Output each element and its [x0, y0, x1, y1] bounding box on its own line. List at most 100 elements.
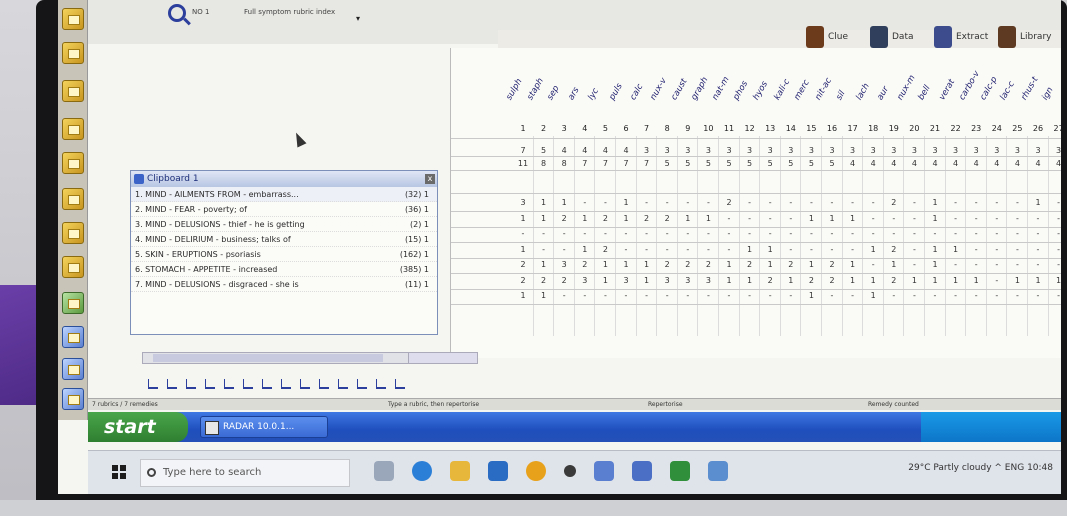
book-icon[interactable]: [62, 118, 84, 140]
remedy-score-cell[interactable]: 4: [966, 159, 986, 168]
grade-cell[interactable]: 3: [657, 276, 677, 285]
grade-cell[interactable]: -: [719, 291, 739, 300]
data-button[interactable]: Data: [870, 24, 914, 50]
remedy-total-cell[interactable]: 4: [554, 146, 574, 155]
grade-cell[interactable]: -: [740, 229, 760, 238]
grade-cell[interactable]: -: [1049, 260, 1061, 269]
grade-cell[interactable]: -: [616, 245, 636, 254]
tool-icon[interactable]: [262, 379, 272, 389]
grade-cell[interactable]: -: [1049, 245, 1061, 254]
grade-cell[interactable]: -: [760, 229, 780, 238]
grade-cell[interactable]: -: [678, 229, 698, 238]
grade-cell[interactable]: 1: [616, 214, 636, 223]
grade-cell[interactable]: -: [1028, 229, 1048, 238]
grade-cell[interactable]: -: [678, 198, 698, 207]
grade-cell[interactable]: 1: [616, 260, 636, 269]
grade-cell[interactable]: 1: [740, 245, 760, 254]
grade-cell[interactable]: 1: [843, 276, 863, 285]
grade-cell[interactable]: -: [760, 214, 780, 223]
tool-icon[interactable]: [186, 379, 196, 389]
grid-scrollbar[interactable]: [408, 352, 478, 364]
grade-cell[interactable]: -: [554, 229, 574, 238]
grade-cell[interactable]: -: [904, 291, 924, 300]
grade-cell[interactable]: 2: [595, 214, 615, 223]
remedy-total-cell[interactable]: 3: [719, 146, 739, 155]
grade-cell[interactable]: -: [595, 198, 615, 207]
tool-icon[interactable]: [281, 379, 291, 389]
grade-cell[interactable]: 1: [863, 276, 883, 285]
grade-cell[interactable]: -: [1049, 214, 1061, 223]
grade-cell[interactable]: 2: [575, 260, 595, 269]
remedy-total-cell[interactable]: 3: [987, 146, 1007, 155]
grade-cell[interactable]: 1: [513, 291, 533, 300]
grade-cell[interactable]: 2: [740, 260, 760, 269]
grade-cell[interactable]: 1: [946, 245, 966, 254]
grade-cell[interactable]: 2: [513, 260, 533, 269]
remedy-score-cell[interactable]: 8: [534, 159, 554, 168]
remedy-total-cell[interactable]: 4: [575, 146, 595, 155]
grade-cell[interactable]: 1: [863, 291, 883, 300]
search-icon[interactable]: [168, 4, 186, 22]
grade-cell[interactable]: -: [925, 291, 945, 300]
remedy-total-cell[interactable]: 3: [1049, 146, 1061, 155]
remedy-score-cell[interactable]: 5: [822, 159, 842, 168]
remedy-score-cell[interactable]: 4: [843, 159, 863, 168]
remedy-score-cell[interactable]: 7: [575, 159, 595, 168]
clipboard-icon[interactable]: [62, 326, 84, 348]
grade-cell[interactable]: 1: [719, 260, 739, 269]
rubric-row[interactable]: 6. STOMACH - APPETITE - increased (385) 1: [131, 262, 437, 277]
remedy-total-cell[interactable]: 3: [1007, 146, 1027, 155]
grade-cell[interactable]: 1: [1028, 276, 1048, 285]
grade-cell[interactable]: -: [843, 291, 863, 300]
remedy-total-cell[interactable]: 3: [678, 146, 698, 155]
grade-cell[interactable]: 3: [616, 276, 636, 285]
grade-cell[interactable]: 1: [698, 214, 718, 223]
grade-cell[interactable]: -: [1028, 245, 1048, 254]
tool-icon[interactable]: [338, 379, 348, 389]
grade-cell[interactable]: 2: [781, 260, 801, 269]
remedy-score-cell[interactable]: 5: [740, 159, 760, 168]
tool-icon[interactable]: [224, 379, 234, 389]
remedy-total-cell[interactable]: 4: [616, 146, 636, 155]
remedy-total-cell[interactable]: 7: [513, 146, 533, 155]
grade-cell[interactable]: -: [740, 214, 760, 223]
remedy-score-cell[interactable]: 5: [657, 159, 677, 168]
remedy-score-cell[interactable]: 7: [637, 159, 657, 168]
grade-cell[interactable]: 1: [925, 245, 945, 254]
clue-button[interactable]: Clue: [806, 24, 848, 50]
tool-icon[interactable]: [300, 379, 310, 389]
remedy-total-cell[interactable]: 3: [657, 146, 677, 155]
grade-cell[interactable]: 1: [554, 198, 574, 207]
grade-cell[interactable]: 2: [534, 276, 554, 285]
grade-cell[interactable]: 1: [575, 214, 595, 223]
grade-cell[interactable]: -: [1028, 291, 1048, 300]
grade-cell[interactable]: 2: [822, 276, 842, 285]
remedy-score-cell[interactable]: 4: [946, 159, 966, 168]
store-icon[interactable]: [488, 461, 508, 481]
scroll-thumb[interactable]: [153, 354, 383, 362]
grade-cell[interactable]: -: [884, 229, 904, 238]
grade-cell[interactable]: -: [987, 276, 1007, 285]
start-button[interactable]: start: [88, 412, 188, 442]
grade-cell[interactable]: -: [760, 198, 780, 207]
grade-cell[interactable]: -: [946, 291, 966, 300]
grade-cell[interactable]: -: [966, 229, 986, 238]
grade-cell[interactable]: -: [616, 229, 636, 238]
grade-cell[interactable]: -: [1049, 291, 1061, 300]
remedy-total-cell[interactable]: 3: [966, 146, 986, 155]
grade-cell[interactable]: -: [698, 229, 718, 238]
grade-cell[interactable]: -: [575, 229, 595, 238]
grade-cell[interactable]: 2: [801, 276, 821, 285]
grade-cell[interactable]: 1: [760, 245, 780, 254]
tool-icon[interactable]: [376, 379, 386, 389]
grade-cell[interactable]: 3: [575, 276, 595, 285]
grade-cell[interactable]: 1: [843, 214, 863, 223]
grade-cell[interactable]: -: [637, 291, 657, 300]
grade-cell[interactable]: 1: [678, 214, 698, 223]
grade-cell[interactable]: -: [1007, 198, 1027, 207]
grade-cell[interactable]: -: [657, 198, 677, 207]
grade-cell[interactable]: 1: [1049, 276, 1061, 285]
analysis-icon[interactable]: [62, 358, 84, 380]
repertory-icon[interactable]: [62, 292, 84, 314]
grade-cell[interactable]: -: [781, 245, 801, 254]
